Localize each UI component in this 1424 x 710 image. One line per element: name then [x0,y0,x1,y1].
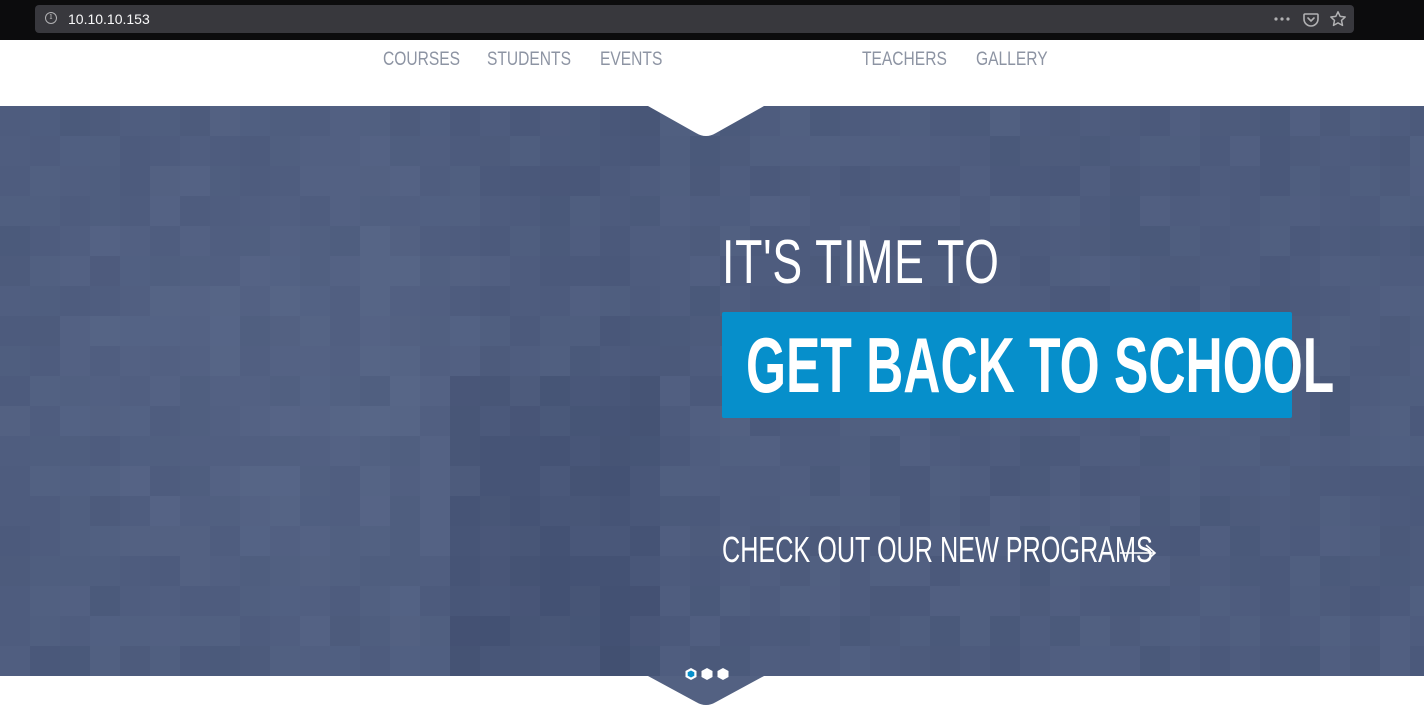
nav-events[interactable]: EVENTS [600,48,662,72]
browser-toolbar: i 10.10.10.153 [0,0,1424,40]
nav-notch [648,106,764,136]
pocket-icon[interactable] [1302,10,1320,28]
main-navigation: COURSES STUDENTS EVENTS TEACHERS GALLERY [0,40,1424,106]
nav-students[interactable]: STUDENTS [487,48,571,72]
hero-headline-box: GET BACK TO SCHOOL [722,312,1334,418]
bookmark-star-icon[interactable] [1329,10,1347,28]
nav-gallery[interactable]: GALLERY [976,48,1048,72]
url-text[interactable]: 10.10.10.153 [68,10,150,28]
slide-dot-3[interactable] [716,667,730,681]
slide-dot-2[interactable] [700,667,714,681]
nav-courses[interactable]: COURSES [383,48,460,72]
arrow-right-icon[interactable] [1120,542,1158,564]
hero-subheading: IT'S TIME TO [722,228,1000,297]
slide-dot-1[interactable] [684,667,698,681]
programs-link[interactable]: CHECK OUT OUR NEW PROGRAMS [722,528,1153,572]
slider-pagination [684,667,732,681]
address-bar[interactable]: i 10.10.10.153 [35,5,1354,33]
nav-teachers[interactable]: TEACHERS [862,48,947,72]
footer-notch [648,676,764,705]
info-icon[interactable]: i [45,12,57,24]
hero-headline: GET BACK TO SCHOOL [746,321,1335,409]
more-icon[interactable] [1273,10,1291,28]
